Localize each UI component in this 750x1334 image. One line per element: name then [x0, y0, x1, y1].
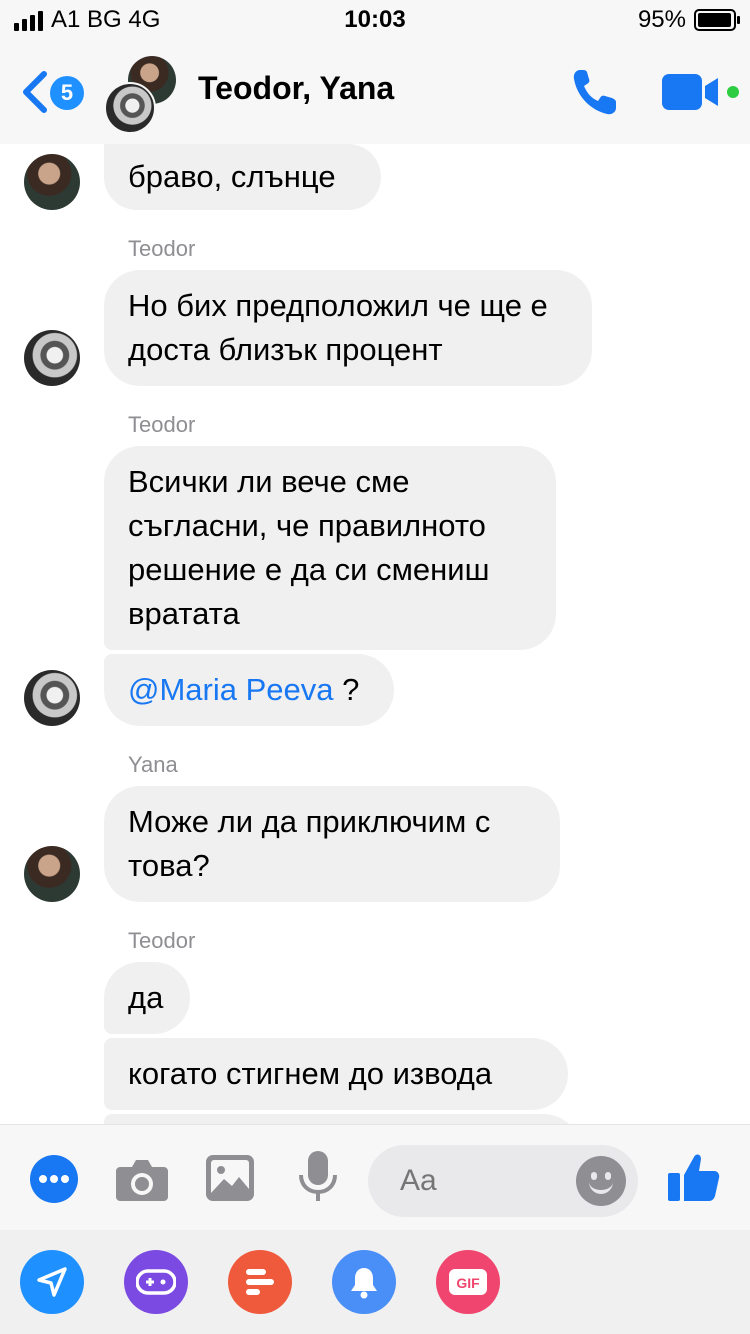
unread-badge[interactable]: 5: [50, 76, 84, 110]
video-call-icon[interactable]: [662, 72, 722, 112]
camera-icon[interactable]: [116, 1157, 168, 1201]
sender-avatar-teodor[interactable]: [24, 670, 80, 726]
send-icon[interactable]: [20, 1250, 84, 1314]
thumbs-up-icon[interactable]: [668, 1151, 720, 1203]
sender-name: Teodor: [128, 236, 196, 261]
message-text: ?: [333, 672, 360, 707]
bell-icon[interactable]: [332, 1250, 396, 1314]
message-bubble-partial[interactable]: [104, 1114, 580, 1124]
photo-gallery-icon[interactable]: [206, 1155, 254, 1201]
polls-glyph: [246, 1269, 274, 1295]
phone-call-icon[interactable]: [570, 66, 620, 118]
message-bubble[interactable]: браво, слънце: [104, 144, 381, 210]
sender-avatar-yana[interactable]: [24, 846, 80, 902]
emoji-icon[interactable]: [576, 1156, 626, 1206]
more-options-icon[interactable]: [30, 1155, 78, 1203]
back-chevron-icon[interactable]: [18, 68, 50, 116]
status-right: 95%: [637, 6, 740, 34]
message-bubble[interactable]: @Maria Peeva ?: [104, 654, 394, 726]
polls-icon[interactable]: [228, 1250, 292, 1314]
message-bubble[interactable]: Може ли да приключим с това?: [104, 786, 560, 902]
gif-glyph: GIF: [449, 1269, 487, 1295]
battery-icon: [694, 9, 740, 31]
message-list[interactable]: браво, слънце Teodor Но бих предположил …: [0, 144, 750, 1124]
sender-name: Teodor: [128, 412, 196, 437]
sender-avatar-teodor[interactable]: [24, 330, 80, 386]
bell-glyph: [351, 1268, 377, 1299]
svg-text:GIF: GIF: [456, 1275, 480, 1291]
game-controller-glyph: [136, 1269, 176, 1295]
group-avatar[interactable]: [104, 56, 180, 134]
message-bubble[interactable]: когато стигнем до извода: [104, 1038, 568, 1110]
microphone-icon[interactable]: [298, 1151, 338, 1205]
message-text-field[interactable]: [398, 1163, 572, 1199]
chat-header: 5 Teodor, Yana: [0, 40, 750, 144]
composer-bar: [0, 1124, 750, 1231]
battery-percent: 95%: [637, 6, 686, 33]
send-icon-glyph: [37, 1267, 67, 1297]
mention-link[interactable]: @Maria Peeva: [128, 672, 334, 707]
online-indicator: [727, 86, 739, 98]
conversation-title[interactable]: Teodor, Yana: [198, 70, 394, 107]
app-drawer: GIF: [0, 1230, 750, 1334]
sender-avatar-yana[interactable]: [24, 154, 80, 210]
message-input[interactable]: [368, 1145, 638, 1217]
game-controller-icon[interactable]: [124, 1250, 188, 1314]
message-bubble[interactable]: Всички ли вече сме съгласни, че правилно…: [104, 446, 556, 650]
avatar-teodor: [104, 82, 156, 134]
gif-icon[interactable]: GIF: [436, 1250, 500, 1314]
status-bar: A1 BG 4G 10:03 95%: [0, 0, 750, 40]
sender-name: Teodor: [128, 928, 196, 953]
message-bubble[interactable]: да: [104, 962, 190, 1034]
message-bubble[interactable]: Но бих предположил че ще е доста близък …: [104, 270, 592, 386]
sender-name: Yana: [128, 752, 178, 777]
